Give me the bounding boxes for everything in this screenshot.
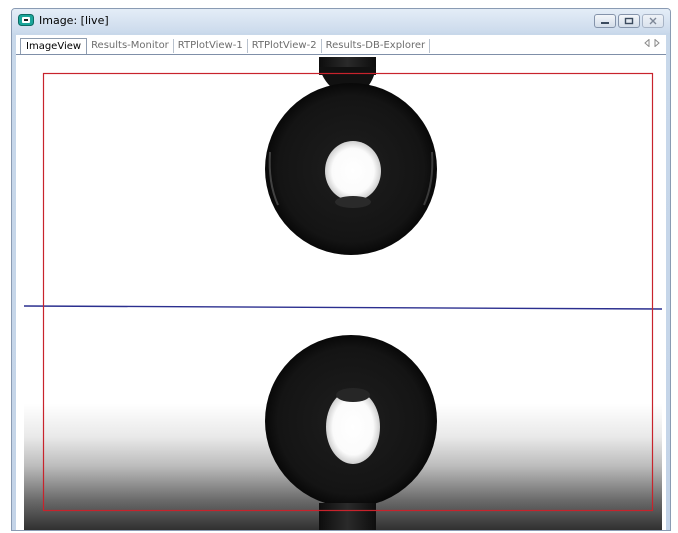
- close-icon: [649, 17, 657, 25]
- window-controls: [594, 14, 664, 30]
- tab-rtplotview-2[interactable]: RTPlotView-2: [248, 38, 322, 53]
- image-viewport[interactable]: [24, 57, 662, 530]
- tab-results-monitor[interactable]: Results-Monitor: [87, 38, 174, 53]
- tab-list: ImageView Results-Monitor RTPlotView-1 R…: [20, 37, 431, 54]
- minimize-icon: [601, 22, 609, 24]
- tab-bar: ImageView Results-Monitor RTPlotView-1 R…: [16, 35, 666, 55]
- arrow-right-icon[interactable]: [654, 39, 660, 47]
- camera-icon: [18, 14, 34, 26]
- restore-icon: [624, 17, 634, 25]
- minimize-button[interactable]: [594, 14, 616, 28]
- tab-imageview[interactable]: ImageView: [20, 37, 88, 54]
- image-window: Image: [live] ImageView Results-Monitor …: [11, 8, 671, 531]
- client-area: ImageView Results-Monitor RTPlotView-1 R…: [16, 35, 666, 530]
- tab-results-db-explorer[interactable]: Results-DB-Explorer: [322, 38, 431, 53]
- camera-frame: [24, 57, 662, 530]
- arrow-left-icon[interactable]: [644, 39, 650, 47]
- close-button[interactable]: [642, 14, 664, 28]
- droplet-upper: [265, 83, 437, 255]
- restore-button[interactable]: [618, 14, 640, 28]
- droplet-reflection: [265, 335, 437, 507]
- tab-scroll-controls: [644, 39, 660, 47]
- droplet-upper-highlight: [325, 141, 381, 201]
- tab-rtplotview-1[interactable]: RTPlotView-1: [174, 38, 248, 53]
- needle-reflection: [319, 503, 376, 530]
- title-bar[interactable]: Image: [live]: [12, 9, 670, 33]
- window-title: Image: [live]: [39, 14, 109, 27]
